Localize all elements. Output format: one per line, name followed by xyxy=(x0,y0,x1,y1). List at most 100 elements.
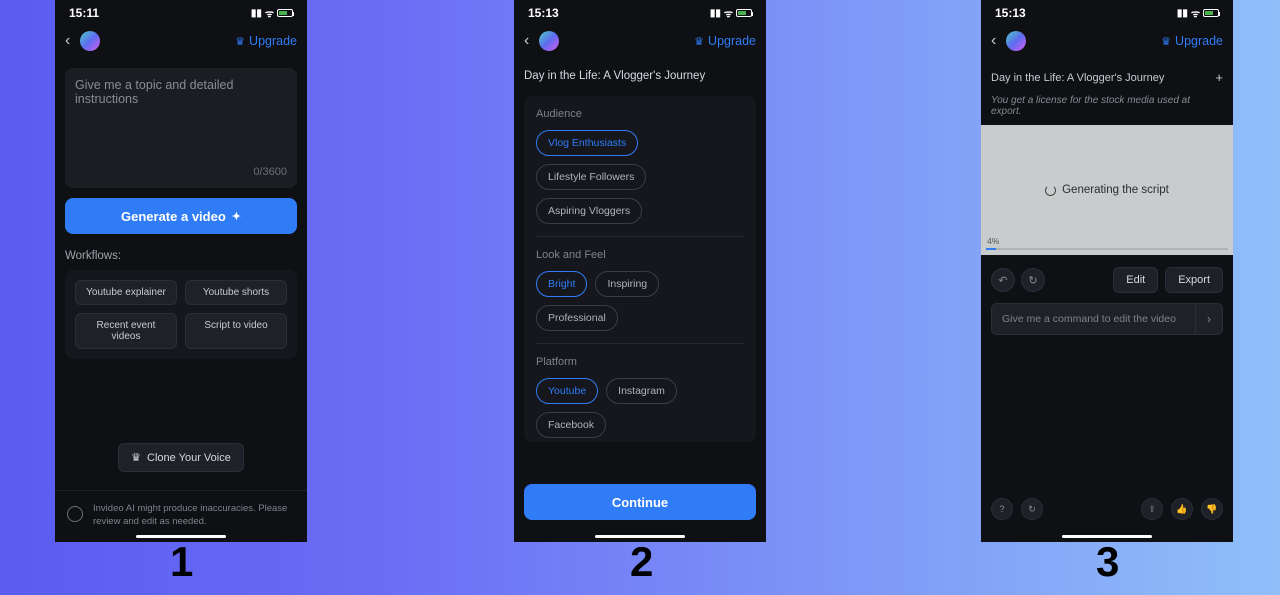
progress-bar xyxy=(986,248,1228,250)
upgrade-button[interactable]: ♛ Upgrade xyxy=(694,34,756,48)
back-button[interactable]: ‹ xyxy=(65,32,70,50)
status-bar: 15:11 ▮▮ ᯤ xyxy=(55,0,307,22)
screen-2: 15:13 ▮▮ ᯤ ‹ ♛ Upgrade Day in the Life: … xyxy=(514,0,766,542)
battery-icon xyxy=(736,9,752,17)
project-title: Day in the Life: A Vlogger's Journey xyxy=(514,60,766,88)
battery-icon xyxy=(1203,9,1219,17)
generate-video-button[interactable]: Generate a video ✦ xyxy=(65,198,297,234)
avatar[interactable] xyxy=(80,31,100,51)
upgrade-label: Upgrade xyxy=(708,34,756,48)
clone-voice-button[interactable]: ♛ Clone Your Voice xyxy=(118,443,244,472)
step-number: 2 xyxy=(630,538,653,586)
crown-icon: ♛ xyxy=(131,451,141,464)
workflow-chip[interactable]: Youtube explainer xyxy=(75,280,177,305)
workflow-chip[interactable]: Youtube shorts xyxy=(185,280,287,305)
edit-toolbar: ↶ ↻ Edit Export xyxy=(981,255,1233,303)
clock-icon xyxy=(67,506,83,522)
status-time: 15:13 xyxy=(528,6,559,20)
workflow-grid: Youtube explainer Youtube shorts Recent … xyxy=(65,270,297,359)
sparkle-icon: ✦ xyxy=(232,210,241,223)
thumbs-down-icon[interactable]: 👎 xyxy=(1201,498,1223,520)
workflows-label: Workflows: xyxy=(65,250,297,262)
upgrade-button[interactable]: ♛ Upgrade xyxy=(1161,34,1223,48)
edit-button[interactable]: Edit xyxy=(1113,267,1158,293)
back-button[interactable]: ‹ xyxy=(524,32,529,50)
audience-chip[interactable]: Lifestyle Followers xyxy=(536,164,646,190)
look-section: Look and Feel Bright Inspiring Professio… xyxy=(536,249,744,344)
workflow-chip[interactable]: Script to video xyxy=(185,313,287,349)
step-number: 1 xyxy=(170,538,193,586)
top-bar: ‹ ♛ Upgrade xyxy=(514,22,766,60)
upgrade-label: Upgrade xyxy=(249,34,297,48)
back-button[interactable]: ‹ xyxy=(991,32,996,50)
screen-3: 15:13 ▮▮ ᯤ ‹ ♛ Upgrade Day in the Life: … xyxy=(981,0,1233,542)
project-title: Day in the Life: A Vlogger's Journey xyxy=(991,72,1164,84)
command-row: Give me a command to edit the video › xyxy=(981,303,1233,335)
look-chip[interactable]: Professional xyxy=(536,305,618,331)
topic-placeholder: Give me a topic and detailed instruction… xyxy=(75,78,287,106)
avatar[interactable] xyxy=(1006,31,1026,51)
crown-icon: ♛ xyxy=(1161,35,1171,48)
char-count: 0/3600 xyxy=(75,166,287,178)
platform-chip[interactable]: Facebook xyxy=(536,412,606,438)
clone-voice-label: Clone Your Voice xyxy=(147,452,231,464)
crown-icon: ♛ xyxy=(694,35,704,48)
audience-chip[interactable]: Aspiring Vloggers xyxy=(536,198,642,224)
status-icons: ▮▮ ᯤ xyxy=(1177,6,1219,20)
signal-icon: ▮▮ xyxy=(251,8,262,19)
look-label: Look and Feel xyxy=(536,249,744,261)
video-preview: Generating the script 4% xyxy=(981,125,1233,255)
disclaimer-row: Invideo AI might produce inaccuracies. P… xyxy=(55,490,307,528)
share-icon[interactable]: ⇪ xyxy=(1141,498,1163,520)
top-bar: ‹ ♛ Upgrade xyxy=(55,22,307,60)
continue-button[interactable]: Continue xyxy=(524,484,756,520)
refresh-icon[interactable]: ↻ xyxy=(1021,498,1043,520)
platform-section: Platform Youtube Instagram Facebook xyxy=(536,356,744,442)
step-number: 3 xyxy=(1096,538,1119,586)
status-icons: ▮▮ ᯤ xyxy=(251,6,293,20)
generating-label: Generating the script xyxy=(1062,184,1169,196)
help-icon[interactable]: ? xyxy=(991,498,1013,520)
thumbs-up-icon[interactable]: 👍 xyxy=(1171,498,1193,520)
wifi-icon: ᯤ xyxy=(724,6,733,20)
status-bar: 15:13 ▮▮ ᯤ xyxy=(981,0,1233,22)
top-bar: ‹ ♛ Upgrade xyxy=(981,22,1233,60)
progress-percent: 4% xyxy=(987,236,999,246)
audience-chip[interactable]: Vlog Enthusiasts xyxy=(536,130,638,156)
look-chip[interactable]: Bright xyxy=(536,271,587,297)
wifi-icon: ᯤ xyxy=(1191,6,1200,20)
status-icons: ▮▮ ᯤ xyxy=(710,6,752,20)
add-button[interactable]: + xyxy=(1215,70,1223,85)
upgrade-button[interactable]: ♛ Upgrade xyxy=(235,34,297,48)
platform-chip[interactable]: Youtube xyxy=(536,378,598,404)
battery-icon xyxy=(277,9,293,17)
wifi-icon: ᯤ xyxy=(265,6,274,20)
send-button[interactable]: › xyxy=(1195,303,1223,335)
topic-input[interactable]: Give me a topic and detailed instruction… xyxy=(65,68,297,188)
upgrade-label: Upgrade xyxy=(1175,34,1223,48)
undo-button[interactable]: ↶ xyxy=(991,268,1015,292)
status-time: 15:11 xyxy=(69,6,99,20)
workflow-chip[interactable]: Recent event videos xyxy=(75,313,177,349)
look-chip[interactable]: Inspiring xyxy=(595,271,659,297)
status-bar: 15:13 ▮▮ ᯤ xyxy=(514,0,766,22)
avatar[interactable] xyxy=(539,31,559,51)
platform-chip[interactable]: Instagram xyxy=(606,378,677,404)
settings-panel: Audience Vlog Enthusiasts Lifestyle Foll… xyxy=(524,96,756,442)
export-button[interactable]: Export xyxy=(1165,267,1223,293)
screen-1: 15:11 ▮▮ ᯤ ‹ ♛ Upgrade Give me a topic a… xyxy=(55,0,307,542)
redo-button[interactable]: ↻ xyxy=(1021,268,1045,292)
audience-section: Audience Vlog Enthusiasts Lifestyle Foll… xyxy=(536,108,744,237)
generate-label: Generate a video xyxy=(121,209,226,224)
audience-label: Audience xyxy=(536,108,744,120)
disclaimer-text: Invideo AI might produce inaccuracies. P… xyxy=(93,503,295,528)
title-row: Day in the Life: A Vlogger's Journey + xyxy=(981,60,1233,91)
platform-label: Platform xyxy=(536,356,744,368)
crown-icon: ♛ xyxy=(235,35,245,48)
signal-icon: ▮▮ xyxy=(710,8,721,19)
command-input[interactable]: Give me a command to edit the video xyxy=(991,303,1195,335)
footer-icons: ? ↻ ⇪ 👍 👎 xyxy=(981,488,1233,534)
signal-icon: ▮▮ xyxy=(1177,8,1188,19)
progress-fill xyxy=(986,248,996,250)
status-time: 15:13 xyxy=(995,6,1026,20)
